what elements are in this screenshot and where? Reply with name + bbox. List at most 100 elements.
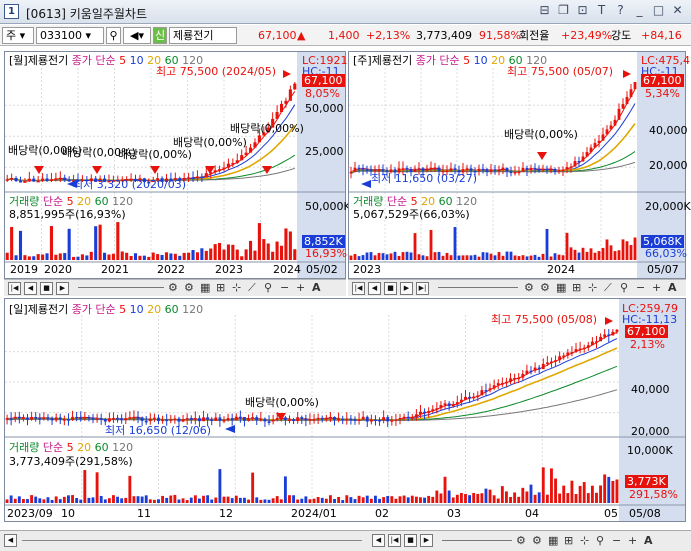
daily-scrollbar[interactable]: ◀ ◀ |◀ ■ ▶ ⚙ ⚙ ▦ ⊞ ⊹ ⚲ − + A [0, 530, 691, 551]
font-icon[interactable]: T [594, 3, 609, 18]
weekly-candle [481, 168, 485, 171]
minimize-icon[interactable]: _ [632, 3, 647, 18]
gear-icon[interactable]: ⚙ [184, 281, 194, 295]
close-icon[interactable]: ✕ [670, 3, 685, 18]
daily-volume-bar [586, 493, 590, 503]
weekly-prev-button[interactable]: ◀ [368, 282, 381, 295]
monthly-volume-bar [173, 253, 177, 260]
daily-chart-pane[interactable]: [일]제룡전기 종가 단순 5 10 20 60 120 LC:259,79 H… [4, 298, 686, 522]
weekly-last-button[interactable]: ▶| [416, 282, 429, 295]
weekly-volume-bar [601, 247, 605, 260]
monthly-chart[interactable] [5, 52, 345, 278]
monthly-prev-button[interactable]: ◀ [24, 282, 37, 295]
stock-toolbar: 주 ▾ 033100 ▾ ⚲ ◀▾ 신 제룡전기 67,100 ▲ 1,400 … [0, 25, 691, 46]
magnify-icon[interactable]: ⚲ [596, 534, 604, 548]
settings-icon[interactable]: ⚙ [524, 281, 534, 295]
weekly-zoom-slider[interactable] [438, 287, 518, 289]
zoom-out-icon[interactable]: − [636, 281, 645, 295]
monthly-volume-bar [36, 254, 40, 260]
daily-candle [238, 416, 242, 419]
auto-scale-icon[interactable]: A [312, 281, 321, 295]
monthly-volume-bar [58, 253, 62, 260]
daily-y2: 20,000 [631, 425, 670, 438]
daily-chart[interactable] [5, 299, 685, 521]
auto-scale-icon[interactable]: A [668, 281, 677, 295]
daily-prev-button[interactable]: ◀ [372, 534, 385, 547]
daily-volume-bar [58, 499, 62, 503]
monthly-high-label: 최고 75,500 (2024/05) [156, 65, 277, 78]
daily-candle [316, 417, 320, 420]
market-select[interactable]: 주 ▾ [2, 27, 34, 44]
daily-candle [537, 367, 541, 370]
sound-icon[interactable]: ◀▾ [123, 27, 151, 44]
weekly-candle [621, 104, 625, 109]
monthly-candle [226, 163, 230, 168]
settings-icon[interactable]: ⚙ [516, 534, 526, 548]
weekly-volume-bar [401, 252, 405, 260]
daily-candle [140, 417, 144, 421]
scroll-left-button[interactable]: ◀ [4, 534, 17, 547]
gear-icon[interactable]: ⚙ [540, 281, 550, 295]
crosshair-icon[interactable]: ⊹ [232, 281, 241, 295]
zoom-out-icon[interactable]: − [612, 534, 621, 548]
magnify-icon[interactable]: ⚲ [620, 281, 628, 295]
weekly-chart-pane[interactable]: [주]제룡전기 종가 단순 5 10 20 60 120 LC:475,4 HC… [348, 51, 691, 279]
monthly-candle [41, 178, 45, 181]
lock-icon[interactable]: ⊡ [575, 3, 590, 18]
daily-volume-bar [406, 497, 410, 503]
copy-window-icon[interactable]: ❐ [556, 3, 571, 18]
layout-icon[interactable]: ⊞ [564, 534, 573, 548]
crosshair-icon[interactable]: ⊹ [580, 534, 589, 548]
search-icon[interactable]: ⚲ [106, 27, 121, 44]
scroll-track[interactable] [22, 540, 362, 542]
monthly-first-button[interactable]: |◀ [8, 282, 21, 295]
zoom-in-icon[interactable]: + [652, 281, 661, 295]
monthly-volume-bar [23, 255, 27, 260]
daily-next-button[interactable]: ▶ [420, 534, 433, 547]
monthly-stop-button[interactable]: ■ [40, 282, 53, 295]
monthly-chart-pane[interactable]: [월]제룡전기 종가 단순 5 10 20 60 120 LC:1921 HC:… [4, 51, 351, 279]
weekly-volume-bar [521, 255, 525, 260]
grid-icon[interactable]: ▦ [548, 534, 558, 548]
weekly-stop-button[interactable]: ■ [384, 282, 397, 295]
weekly-candle [377, 169, 381, 171]
crosshair-icon[interactable]: ⊹ [588, 281, 597, 295]
monthly-candle [235, 160, 239, 164]
daily-ma120: 120 [182, 303, 204, 316]
weekly-volume-bar [525, 256, 529, 260]
monthly-next-button[interactable]: ▶ [56, 282, 69, 295]
gear-icon[interactable]: ⚙ [532, 534, 542, 548]
daily-volume-bar [369, 498, 373, 503]
draw-icon[interactable]: ⟋ [604, 281, 612, 295]
magnify-icon[interactable]: ⚲ [264, 281, 272, 295]
weekly-chart[interactable] [349, 52, 685, 278]
weekly-vol-y: 20,000K [645, 200, 691, 213]
zoom-in-icon[interactable]: + [296, 281, 305, 295]
maximize-icon[interactable]: □ [651, 3, 666, 18]
daily-candle [349, 418, 353, 421]
weekly-volume-bar [373, 255, 377, 260]
daily-first-button[interactable]: |◀ [388, 534, 401, 547]
daily-candle [365, 416, 369, 422]
stock-code-input[interactable]: 033100 ▾ [36, 27, 104, 44]
monthly-zoom-slider[interactable] [78, 287, 164, 289]
daily-volume-bar [480, 493, 484, 503]
weekly-first-button[interactable]: |◀ [352, 282, 365, 295]
draw-icon[interactable]: ⟋ [248, 281, 256, 295]
settings-icon[interactable]: ⚙ [168, 281, 178, 295]
link-icon[interactable]: ⊟ [537, 3, 552, 18]
auto-scale-icon[interactable]: A [644, 534, 653, 548]
daily-volume-bar [157, 499, 160, 503]
grid-icon[interactable]: ▦ [200, 281, 210, 295]
layout-icon[interactable]: ⊞ [572, 281, 581, 295]
weekly-candle [381, 169, 385, 171]
weekly-volume-bar [545, 228, 549, 260]
weekly-next-button[interactable]: ▶ [400, 282, 413, 295]
help-icon[interactable]: ? [613, 3, 628, 18]
zoom-in-icon[interactable]: + [628, 534, 637, 548]
layout-icon[interactable]: ⊞ [216, 281, 225, 295]
daily-stop-button[interactable]: ■ [404, 534, 417, 547]
zoom-out-icon[interactable]: − [280, 281, 289, 295]
daily-zoom-slider[interactable] [442, 540, 512, 542]
grid-icon[interactable]: ▦ [556, 281, 566, 295]
